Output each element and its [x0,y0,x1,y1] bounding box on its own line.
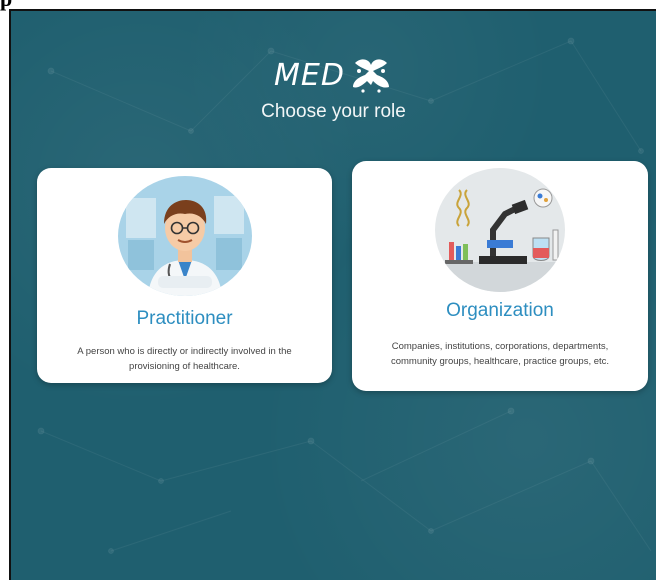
hands-logo-icon [352,59,389,93]
role-description-organization: Companies, institutions, corporations, d… [390,341,610,367]
role-card-organization[interactable]: Organization Companies, institutions, co… [352,161,648,391]
page: p [0,0,659,580]
role-title-practitioner: Practitioner [136,308,233,329]
page-subtitle: Choose your role [261,101,406,122]
app-logo: MED [274,55,393,95]
role-description-practitioner: A person who is directly or indirectly i… [77,346,292,372]
doctor-avatar-icon [117,176,252,296]
lab-equipment-icon [435,168,565,292]
role-title-organization: Organization [446,300,554,321]
logo-text: MED [274,57,345,93]
app-screen: MED Choose your role Practitioner A pers… [9,9,656,580]
header: MED Choose your role [11,55,656,123]
role-card-practitioner[interactable]: Practitioner A person who is directly or… [37,168,332,383]
